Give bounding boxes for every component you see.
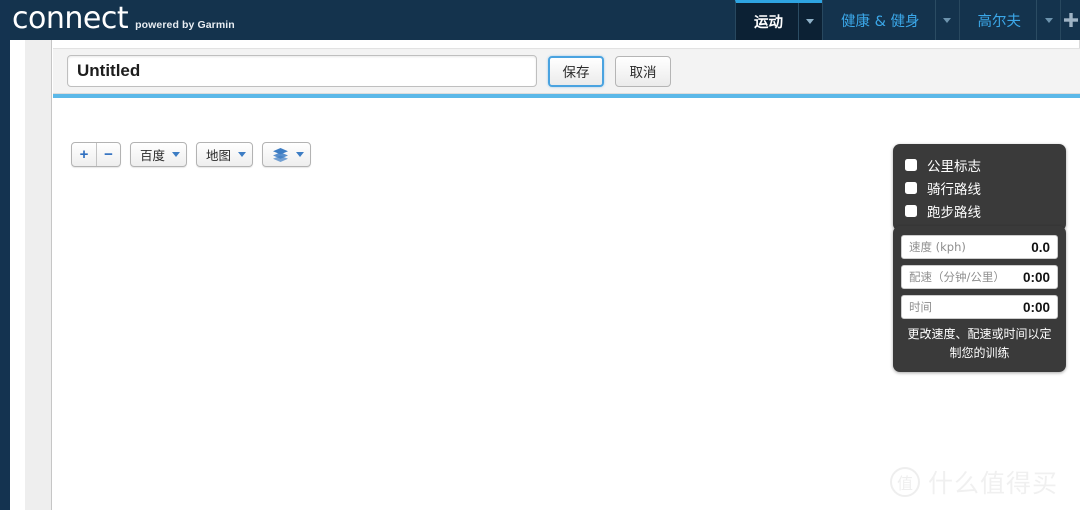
overlay-label-cycling-routes: 骑行路线 — [927, 181, 981, 198]
chevron-down-icon — [1044, 17, 1053, 23]
content-pane: 保存 取消 + − 百度 地图 — [53, 40, 1080, 510]
nav-tab-golf[interactable]: 高尔夫 — [958, 0, 1061, 40]
checkbox-unchecked-icon[interactable] — [905, 181, 917, 194]
chevron-down-icon — [172, 152, 181, 157]
garmin-connect-logo[interactable]: connect powered by Garmin — [12, 4, 235, 34]
layers-stack-icon — [273, 148, 289, 162]
overlay-toggle-cycling-routes[interactable]: 骑行路线 — [905, 176, 1066, 199]
save-button[interactable]: 保存 — [548, 55, 604, 87]
app-header: connect powered by Garmin 运动 健康 & 健身 高尔夫 — [0, 0, 1080, 40]
stat-value-time: 0:00 — [1022, 299, 1050, 315]
nav-tab-health-fitness-label: 健康 & 健身 — [840, 13, 920, 30]
stat-value-pace: 0:00 — [1022, 269, 1050, 285]
add-new-button[interactable] — [1060, 0, 1080, 40]
overlay-label-running-routes: 跑步路线 — [927, 204, 981, 221]
checkbox-unchecked-icon[interactable] — [905, 158, 917, 171]
nav-tab-health-fitness[interactable]: 健康 & 健身 — [821, 0, 959, 40]
page-body: 保存 取消 + − 百度 地图 — [10, 40, 1080, 510]
nav-tab-golf-label: 高尔夫 — [977, 13, 1022, 30]
map-canvas[interactable]: + − 百度 地图 公里标志 骑行路线 跑步路线 速度 (kph) 0.0 配速… — [53, 98, 1080, 510]
chevron-down-icon — [238, 152, 247, 157]
stat-label-time: 时间 — [909, 300, 932, 314]
course-stats-panel: 速度 (kph) 0.0 配速（分钟/公里） 0:00 时间 0:00 更改速度… — [893, 226, 1066, 372]
course-title-bar: 保存 取消 — [53, 48, 1080, 94]
logo-tagline: powered by Garmin — [135, 19, 235, 31]
primary-nav: 运动 健康 & 健身 高尔夫 — [734, 0, 1080, 40]
zoom-in-button[interactable]: + — [72, 143, 96, 166]
overlay-toggle-running-routes[interactable]: 跑步路线 — [905, 199, 1066, 222]
side-gutter — [25, 40, 52, 510]
overlay-label-km-markers: 公里标志 — [927, 158, 981, 175]
stat-value-speed: 0.0 — [1031, 239, 1050, 255]
chevron-down-icon — [806, 19, 815, 24]
cancel-button[interactable]: 取消 — [615, 55, 671, 87]
map-overlays-panel: 公里标志 骑行路线 跑步路线 — [893, 144, 1066, 231]
watermark-badge-icon: 值 — [889, 467, 920, 497]
stat-label-pace: 配速（分钟/公里） — [909, 270, 1005, 284]
map-view-dropdown[interactable]: 地图 — [196, 142, 254, 167]
course-name-input[interactable] — [67, 55, 537, 87]
stat-label-speed: 速度 (kph) — [909, 240, 966, 254]
stat-row-time[interactable]: 时间 0:00 — [901, 295, 1058, 319]
nav-tab-golf-chevron-down-icon[interactable] — [1036, 0, 1060, 40]
map-toolbar: + − 百度 地图 — [71, 142, 312, 167]
nav-tab-sports[interactable]: 运动 — [734, 0, 822, 40]
chevron-down-icon — [943, 17, 951, 23]
plus-icon — [1063, 13, 1078, 27]
stats-hint-text: 更改速度、配速或时间以定制您的训练 — [907, 327, 1052, 360]
nav-tab-sports-chevron-down-icon[interactable] — [797, 3, 822, 40]
left-edge-rail — [0, 0, 10, 510]
map-provider-dropdown[interactable]: 百度 — [130, 142, 188, 167]
map-provider-label: 百度 — [140, 148, 166, 163]
map-view-label: 地图 — [206, 148, 232, 163]
stat-row-speed[interactable]: 速度 (kph) 0.0 — [901, 235, 1058, 259]
nav-tab-sports-label: 运动 — [753, 15, 783, 31]
chevron-down-icon — [296, 152, 305, 157]
site-watermark: 值 什么值得买 — [889, 464, 1058, 500]
logo-wordmark: connect — [12, 1, 129, 36]
watermark-text: 什么值得买 — [927, 469, 1058, 498]
stat-row-pace[interactable]: 配速（分钟/公里） 0:00 — [901, 265, 1058, 289]
map-layers-dropdown[interactable] — [262, 142, 312, 167]
zoom-control-group: + − — [71, 142, 121, 167]
zoom-out-button[interactable]: − — [96, 143, 120, 166]
nav-tab-health-fitness-chevron-down-icon[interactable] — [934, 0, 959, 40]
overlay-toggle-km-markers[interactable]: 公里标志 — [905, 153, 1066, 176]
checkbox-unchecked-icon[interactable] — [905, 204, 917, 217]
